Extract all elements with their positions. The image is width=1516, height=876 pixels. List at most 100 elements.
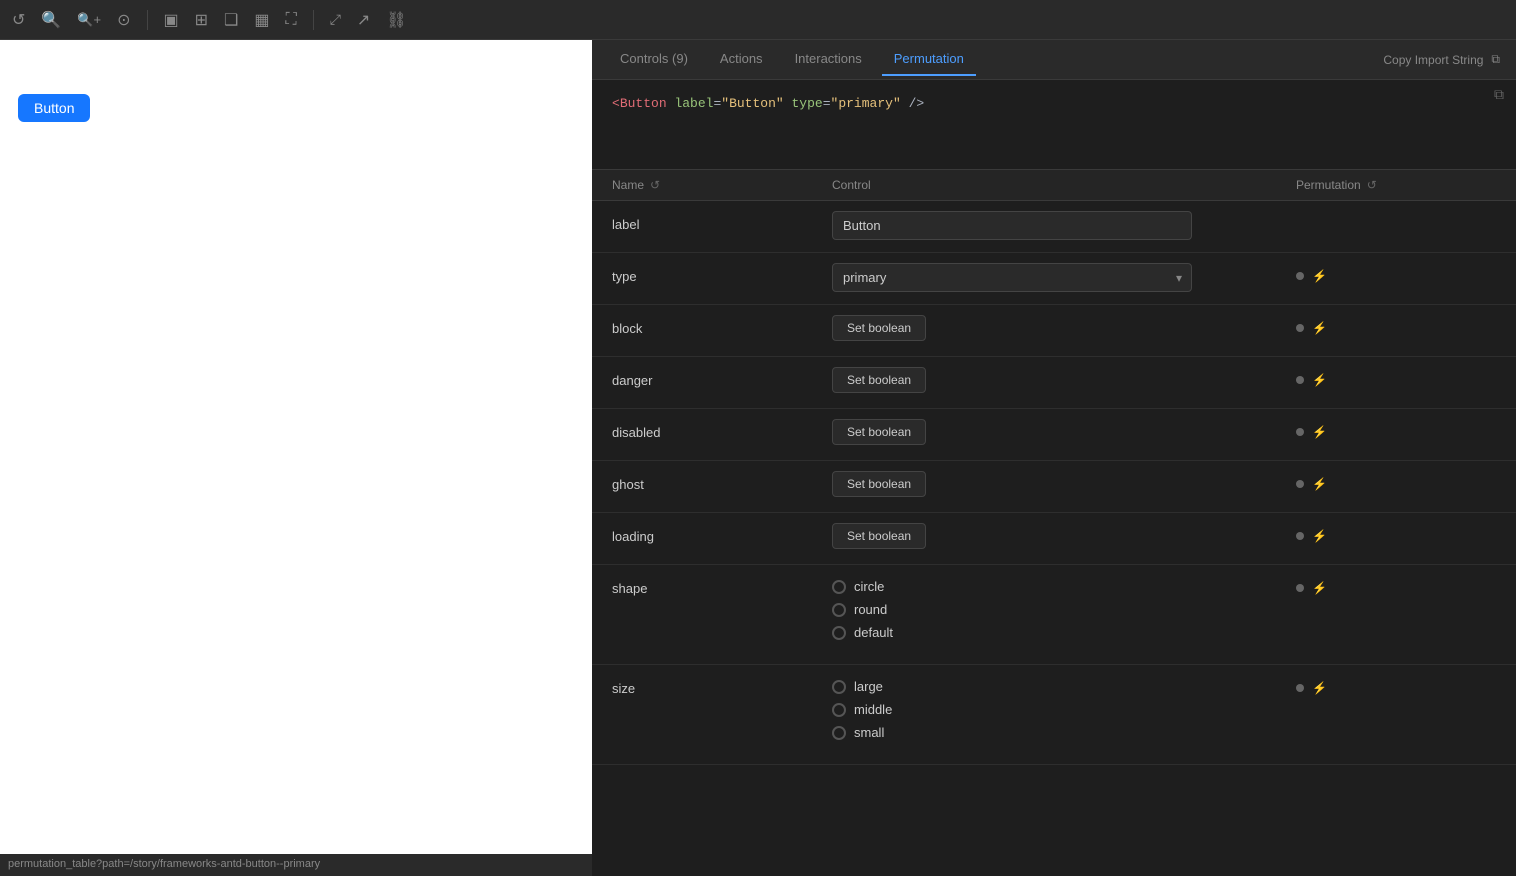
row-ghost-permutation: ⚡ bbox=[1296, 471, 1496, 491]
type-select[interactable]: primary default dashed text link bbox=[832, 263, 1192, 292]
perm-dot bbox=[1296, 272, 1304, 280]
row-loading-name: loading bbox=[612, 523, 832, 544]
perm-lightning: ⚡ bbox=[1312, 269, 1327, 283]
perm-lightning: ⚡ bbox=[1312, 581, 1327, 595]
code-copy-icon[interactable]: ⧉ bbox=[1494, 88, 1504, 104]
size-middle-option[interactable]: middle bbox=[832, 702, 1296, 717]
link-icon[interactable]: ⛓ bbox=[386, 10, 406, 30]
perm-dot bbox=[1296, 584, 1304, 592]
layers-icon[interactable]: ❑ bbox=[224, 10, 238, 30]
toolbar: ↺ 🔍 🔍+ ⊙ ▣ ⊞ ❑ ▦ ⛶ ⤢ ↗ ⛓ bbox=[0, 0, 1516, 40]
perm-dot bbox=[1296, 684, 1304, 692]
block-boolean-button[interactable]: Set boolean bbox=[832, 315, 926, 341]
table-row: type primary default dashed text link ▾ bbox=[592, 253, 1516, 305]
fullscreen-icon[interactable]: ⤢ bbox=[330, 11, 341, 28]
shape-round-label: round bbox=[854, 602, 887, 617]
row-type-name: type bbox=[612, 263, 832, 284]
perm-dot bbox=[1296, 376, 1304, 384]
row-block-permutation: ⚡ bbox=[1296, 315, 1496, 335]
tab-bar: Controls (9) Actions Interactions Permut… bbox=[592, 40, 1516, 80]
grid-icon[interactable]: ⊞ bbox=[195, 10, 208, 30]
shape-radio-group: circle round default bbox=[832, 575, 1296, 640]
danger-boolean-button[interactable]: Set boolean bbox=[832, 367, 926, 393]
code-tag-name: Button bbox=[620, 96, 667, 111]
row-disabled-permutation: ⚡ bbox=[1296, 419, 1496, 439]
perm-lightning: ⚡ bbox=[1312, 321, 1327, 335]
image-icon[interactable]: ▣ bbox=[164, 10, 179, 30]
copy-import-string[interactable]: Copy Import String ⧉ bbox=[1383, 52, 1500, 67]
size-large-option[interactable]: large bbox=[832, 679, 1296, 694]
loading-boolean-button[interactable]: Set boolean bbox=[832, 523, 926, 549]
code-area: <Button label="Button" type="primary" />… bbox=[592, 80, 1516, 170]
copy-import-label: Copy Import String bbox=[1383, 53, 1483, 67]
shape-round-option[interactable]: round bbox=[832, 602, 1296, 617]
header-permutation-refresh[interactable]: ↺ bbox=[1367, 178, 1377, 192]
copy-import-icon: ⧉ bbox=[1491, 52, 1500, 67]
shape-circle-option[interactable]: circle bbox=[832, 579, 1296, 594]
expand-icon[interactable]: ⛶ bbox=[286, 11, 297, 29]
perm-lightning: ⚡ bbox=[1312, 681, 1327, 695]
table-row: loading Set boolean ⚡ bbox=[592, 513, 1516, 565]
header-permutation-label: Permutation bbox=[1296, 178, 1361, 192]
row-disabled-name: disabled bbox=[612, 419, 832, 440]
row-size-control: large middle small bbox=[832, 675, 1296, 740]
header-name-refresh[interactable]: ↺ bbox=[650, 178, 660, 192]
size-small-label: small bbox=[854, 725, 884, 740]
header-name: Name ↺ bbox=[612, 178, 832, 192]
row-ghost-name: ghost bbox=[612, 471, 832, 492]
label-input[interactable] bbox=[832, 211, 1192, 240]
reset-icon[interactable]: ↺ bbox=[12, 10, 25, 30]
row-shape-permutation: ⚡ bbox=[1296, 575, 1496, 595]
row-label-permutation bbox=[1296, 211, 1496, 217]
zoom-fit-icon[interactable]: ⊙ bbox=[117, 10, 130, 30]
zoom-out-icon[interactable]: 🔍 bbox=[41, 10, 61, 30]
preview-button[interactable]: Button bbox=[18, 94, 90, 122]
table-header: Name ↺ Control Permutation ↺ bbox=[592, 170, 1516, 201]
row-danger-name: danger bbox=[612, 367, 832, 388]
row-loading-control: Set boolean bbox=[832, 523, 1296, 549]
size-small-radio bbox=[832, 726, 846, 740]
type-select-wrapper: primary default dashed text link ▾ bbox=[832, 263, 1192, 292]
size-small-option[interactable]: small bbox=[832, 725, 1296, 740]
table-row: ghost Set boolean ⚡ bbox=[592, 461, 1516, 513]
shape-default-label: default bbox=[854, 625, 893, 640]
disabled-boolean-button[interactable]: Set boolean bbox=[832, 419, 926, 445]
perm-dot bbox=[1296, 532, 1304, 540]
row-type-control: primary default dashed text link ▾ bbox=[832, 263, 1296, 292]
size-middle-radio bbox=[832, 703, 846, 717]
row-shape-name: shape bbox=[612, 575, 832, 596]
shape-circle-label: circle bbox=[854, 579, 884, 594]
size-large-label: large bbox=[854, 679, 883, 694]
shape-default-option[interactable]: default bbox=[832, 625, 1296, 640]
row-loading-permutation: ⚡ bbox=[1296, 523, 1496, 543]
open-external-icon[interactable]: ↗ bbox=[357, 10, 370, 30]
controls-table: Name ↺ Control Permutation ↺ label bbox=[592, 170, 1516, 876]
preview-footer: permutation_table?path=/story/frameworks… bbox=[0, 854, 592, 876]
table-row: disabled Set boolean ⚡ bbox=[592, 409, 1516, 461]
row-type-permutation: ⚡ bbox=[1296, 263, 1496, 283]
tab-permutation[interactable]: Permutation bbox=[882, 43, 976, 76]
shape-default-radio bbox=[832, 626, 846, 640]
tab-controls[interactable]: Controls (9) bbox=[608, 43, 700, 76]
perm-dot bbox=[1296, 428, 1304, 436]
header-control: Control bbox=[832, 178, 1296, 192]
tab-interactions[interactable]: Interactions bbox=[783, 43, 874, 76]
row-label-name: label bbox=[612, 211, 832, 232]
table-row: block Set boolean ⚡ bbox=[592, 305, 1516, 357]
header-control-label: Control bbox=[832, 178, 871, 192]
tab-actions[interactable]: Actions bbox=[708, 43, 775, 76]
preview-panel: Button permutation_table?path=/story/fra… bbox=[0, 40, 592, 876]
size-middle-label: middle bbox=[854, 702, 892, 717]
table-row: shape circle round default bbox=[592, 565, 1516, 665]
row-label-control bbox=[832, 211, 1296, 240]
table-icon[interactable]: ▦ bbox=[254, 10, 269, 30]
perm-dot bbox=[1296, 324, 1304, 332]
shape-circle-radio bbox=[832, 580, 846, 594]
header-name-label: Name bbox=[612, 178, 644, 192]
ghost-boolean-button[interactable]: Set boolean bbox=[832, 471, 926, 497]
zoom-in-icon[interactable]: 🔍+ bbox=[77, 12, 101, 28]
table-row: danger Set boolean ⚡ bbox=[592, 357, 1516, 409]
row-danger-permutation: ⚡ bbox=[1296, 367, 1496, 387]
row-block-name: block bbox=[612, 315, 832, 336]
row-size-permutation: ⚡ bbox=[1296, 675, 1496, 695]
